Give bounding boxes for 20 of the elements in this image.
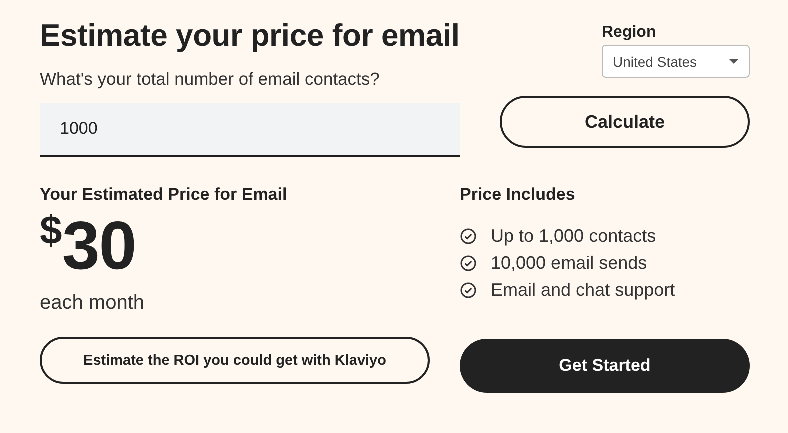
region-label: Region [602, 24, 658, 42]
included-feature: Email and chat support [491, 280, 676, 301]
currency-symbol: $ [40, 211, 62, 251]
contacts-question: What's your total number of email contacts? [40, 69, 381, 90]
included-feature: 10,000 email sends [491, 253, 648, 274]
get-started-button[interactable]: Get Started [460, 339, 750, 393]
roi-button[interactable]: Estimate the ROI you could get with Klaviyo [40, 337, 430, 384]
calculate-button[interactable]: Calculate [500, 96, 750, 148]
estimate-label: Your Estimated Price for Email [40, 185, 288, 205]
included-feature: Up to 1,000 contacts [491, 226, 656, 247]
check-circle-icon [460, 228, 477, 245]
check-circle-icon [460, 282, 477, 299]
price-amount: 30 [62, 213, 136, 279]
includes-heading: Price Includes [460, 185, 576, 205]
region-dropdown[interactable]: United States [602, 45, 750, 78]
page-title: Estimate your price for email [40, 18, 460, 54]
billing-period: each month [40, 292, 146, 315]
contacts-input[interactable]: 1000 [40, 103, 460, 157]
caret-icon [729, 59, 739, 64]
check-circle-icon [460, 255, 477, 272]
